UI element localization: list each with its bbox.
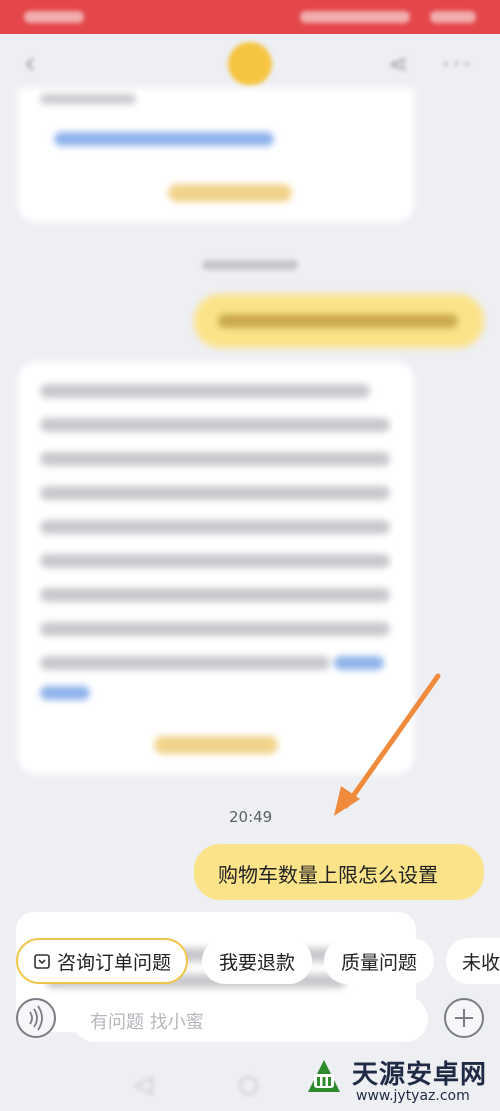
chip-label: 质量问题 <box>340 951 417 974</box>
nav-back-icon[interactable]: ◁ <box>134 1070 152 1098</box>
voice-input-button[interactable] <box>16 998 56 1038</box>
watermark: 天源安卓网 www.jytyaz.com <box>300 1052 500 1111</box>
chip-label: 咨询订单问题 <box>56 951 171 974</box>
chip-not-received[interactable]: 未收 <box>446 938 500 984</box>
watermark-title: 天源安卓网 <box>352 1060 488 1090</box>
input-placeholder: 有问题 找小蜜 <box>90 1012 204 1033</box>
android-logo-icon <box>308 1060 340 1092</box>
chip-label: 未收 <box>462 951 500 974</box>
chip-refund[interactable]: 我要退款 <box>202 938 312 984</box>
voice-icon <box>29 1005 43 1031</box>
quick-reply-bar: 咨询订单问题 我要退款 质量问题 未收 <box>0 938 500 986</box>
nav-home-icon[interactable]: ○ <box>238 1070 259 1098</box>
input-bar: 有问题 找小蜜 <box>0 990 500 1054</box>
chip-label: 我要退款 <box>218 951 295 974</box>
plus-icon[interactable] <box>444 998 484 1038</box>
message-input[interactable]: 有问题 找小蜜 <box>72 996 428 1042</box>
watermark-url: www.jytyaz.com <box>356 1088 470 1104</box>
order-icon <box>33 952 51 970</box>
chip-quality-issue[interactable]: 质量问题 <box>324 938 434 984</box>
chip-consult-order[interactable]: 咨询订单问题 <box>16 938 188 984</box>
